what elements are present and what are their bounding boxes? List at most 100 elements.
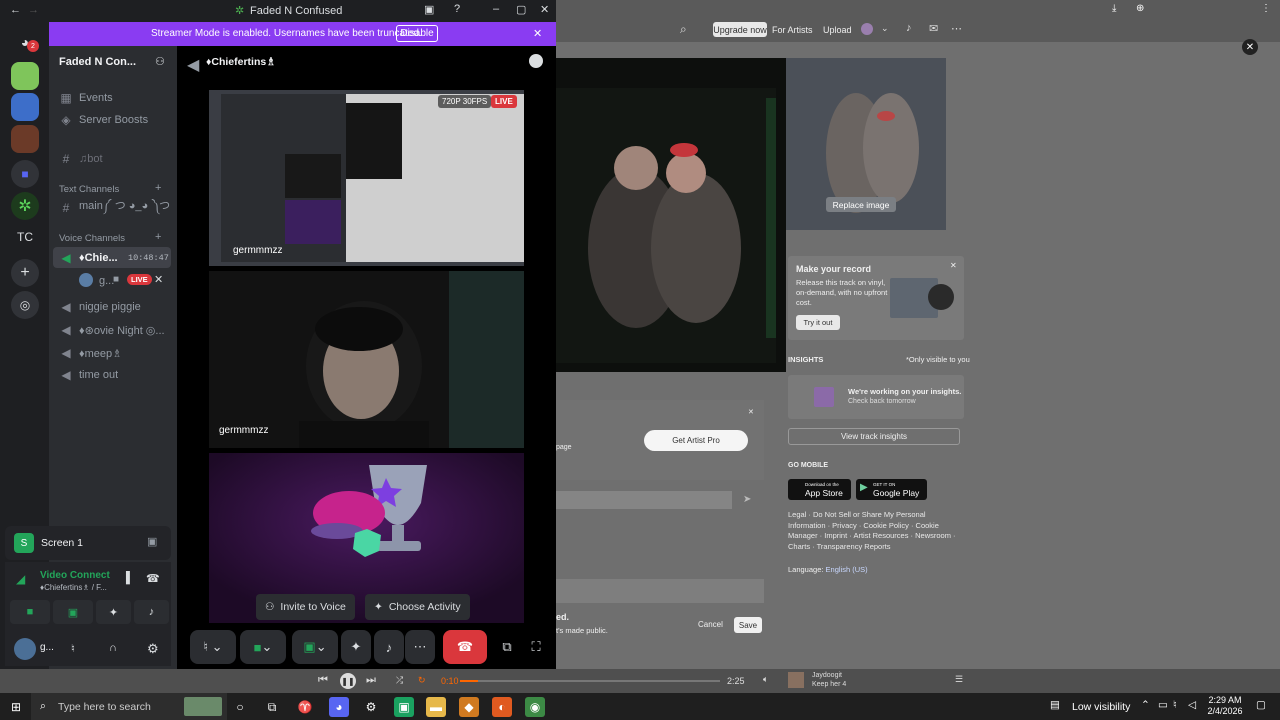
- view-insights-button[interactable]: View track insights: [788, 428, 960, 445]
- next-icon[interactable]: ⏭: [366, 674, 376, 687]
- search-icon[interactable]: ⌕: [680, 22, 687, 37]
- screen-share-button[interactable]: ▣ ⌄: [292, 630, 338, 664]
- queue-icon[interactable]: ☰: [955, 674, 963, 685]
- more-icon[interactable]: ⋯: [951, 22, 962, 35]
- chevron-up-icon[interactable]: ⌃: [1141, 699, 1150, 711]
- avatar[interactable]: [861, 23, 873, 35]
- app-icon-green[interactable]: ▣: [394, 697, 414, 717]
- for-artists-link[interactable]: For Artists: [772, 25, 813, 35]
- app-icon-1[interactable]: ♈: [295, 697, 315, 717]
- folder-icon[interactable]: ■: [11, 160, 39, 188]
- disconnect-icon[interactable]: ☎: [146, 572, 160, 585]
- shuffle-icon[interactable]: ⤮: [396, 675, 403, 686]
- inbox-icon[interactable]: ▣: [424, 3, 434, 16]
- chat-icon[interactable]: [529, 54, 543, 68]
- voice-sub[interactable]: ♦Chiefertins♗ / F...: [40, 583, 107, 592]
- mic-tray-icon[interactable]: ♮: [1173, 699, 1177, 711]
- upload-link[interactable]: Upload: [823, 25, 852, 35]
- google-play-button[interactable]: ▶ GET IT ON Google Play: [856, 479, 927, 500]
- hang-up-button[interactable]: ☎: [443, 630, 487, 664]
- track-title[interactable]: Keep her 4: [812, 681, 846, 688]
- user-name[interactable]: g...: [40, 642, 54, 653]
- add-voice-channel-icon[interactable]: +: [155, 231, 161, 243]
- add-user-icon[interactable]: ⚇: [155, 55, 165, 68]
- webcam-tile[interactable]: germmmzz: [209, 271, 524, 448]
- pause-button[interactable]: ❚❚: [340, 673, 356, 689]
- server-name[interactable]: Faded N Con...: [59, 56, 136, 68]
- language-link[interactable]: English (US): [826, 565, 868, 574]
- weather-icon[interactable]: ▤: [1050, 699, 1060, 711]
- forward-icon[interactable]: →: [28, 4, 39, 16]
- channel-events[interactable]: ▦ Events: [59, 89, 112, 107]
- server-icon-leaf[interactable]: ✲: [11, 192, 39, 220]
- track-user[interactable]: Jaydoogit: [812, 672, 842, 679]
- network-icon[interactable]: ▭: [1158, 699, 1168, 711]
- voice-channel-meep[interactable]: ◀ ♦meep♗: [59, 344, 122, 362]
- file-explorer-icon[interactable]: ▬: [426, 697, 446, 717]
- server-icon-tc[interactable]: TC: [11, 223, 39, 251]
- activity-button[interactable]: ✦: [96, 600, 131, 624]
- save-button[interactable]: Save: [734, 617, 762, 633]
- close-icon[interactable]: ✕: [533, 27, 542, 40]
- cortana-icon[interactable]: ○: [230, 697, 250, 717]
- voice-channel-movie[interactable]: ◀ ♦⊛ovie Night ◎...: [59, 321, 164, 339]
- stop-share-icon[interactable]: ▣: [147, 535, 157, 548]
- choose-activity-button[interactable]: ✦ Choose Activity: [365, 594, 470, 620]
- noise-icon[interactable]: ▐: [122, 572, 130, 584]
- settings-taskbar-icon[interactable]: ⚙: [361, 697, 381, 717]
- close-icon[interactable]: ✕: [1242, 39, 1258, 55]
- footer-links[interactable]: Legal · Do Not Sell or Share My Personal…: [788, 510, 960, 552]
- avatar[interactable]: [14, 638, 36, 660]
- back-icon[interactable]: ←: [10, 4, 21, 16]
- voice-user-name[interactable]: g...: [99, 275, 114, 287]
- voice-channel-chiefertins[interactable]: ◀ ♦Chie...: [59, 249, 117, 267]
- volume-tray-icon[interactable]: ◁: [1188, 699, 1196, 711]
- mic-button[interactable]: ♮ ⌄: [190, 630, 236, 664]
- browser-menu-icon[interactable]: ⋮: [1261, 3, 1271, 14]
- screen-button[interactable]: ▣: [53, 600, 93, 624]
- try-it-button[interactable]: Try it out: [796, 315, 840, 330]
- close-window-icon[interactable]: ✕: [540, 3, 549, 16]
- voice-channel-niggie[interactable]: ◀ niggie piggie: [59, 298, 140, 316]
- app-icon-fl[interactable]: ◆: [459, 697, 479, 717]
- camera-button[interactable]: ■: [10, 600, 50, 624]
- soundboard-button[interactable]: ♪: [134, 600, 169, 624]
- low-visibility-text[interactable]: Low visibility: [1072, 701, 1130, 713]
- chevron-down-icon[interactable]: ⌄: [881, 23, 889, 34]
- volume-icon[interactable]: 🔈︎: [763, 674, 768, 685]
- app-store-button[interactable]: Download on the App Store: [788, 479, 851, 500]
- disable-button[interactable]: Disable: [396, 25, 438, 42]
- task-view-icon[interactable]: ⧉: [262, 697, 282, 717]
- discord-taskbar-icon[interactable]: ◕: [329, 697, 349, 717]
- browser-zoom-icon[interactable]: ⊕: [1136, 3, 1144, 14]
- comment-input[interactable]: [556, 491, 732, 509]
- cancel-button[interactable]: Cancel: [698, 620, 723, 629]
- channel-bot[interactable]: # ♫bot: [59, 150, 103, 168]
- card-close-icon[interactable]: ✕: [950, 261, 957, 270]
- mail-icon[interactable]: ✉: [929, 22, 938, 35]
- discover-icon[interactable]: ◎: [11, 291, 39, 319]
- voice-status[interactable]: Video Connect: [40, 570, 114, 581]
- channel-server-boosts[interactable]: ◈ Server Boosts: [59, 111, 148, 129]
- progress-track[interactable]: [460, 680, 720, 682]
- voice-channels-header[interactable]: Voice Channels: [59, 233, 125, 244]
- server-icon-game[interactable]: [11, 62, 39, 90]
- server-icon-cartoon[interactable]: [11, 93, 39, 121]
- bell-icon[interactable]: ♪: [906, 22, 912, 34]
- activity-button[interactable]: ✦: [341, 630, 371, 664]
- soundboard-button[interactable]: ♪: [374, 630, 404, 664]
- gear-icon[interactable]: ⚙: [147, 641, 159, 657]
- popout-icon[interactable]: ⧉: [496, 630, 518, 664]
- invite-to-voice-button[interactable]: ⚇ Invite to Voice: [256, 594, 355, 620]
- help-icon[interactable]: ?: [454, 3, 460, 15]
- repeat-icon[interactable]: ↻: [418, 675, 426, 686]
- voice-channel-timeout[interactable]: ◀ time out: [59, 366, 118, 384]
- voice-user-avatar[interactable]: [79, 273, 93, 287]
- box-close-icon[interactable]: ✕: [748, 408, 754, 416]
- more-button[interactable]: ⋯: [405, 630, 435, 664]
- camera-button[interactable]: ■ ⌄: [240, 630, 286, 664]
- channel-main[interactable]: # main༼ つ ◕_◕ ༽つ: [59, 199, 170, 217]
- maximize-icon[interactable]: ▢: [516, 3, 526, 16]
- previous-icon[interactable]: ⏮: [318, 674, 328, 687]
- notifications-icon[interactable]: ▢: [1256, 699, 1266, 711]
